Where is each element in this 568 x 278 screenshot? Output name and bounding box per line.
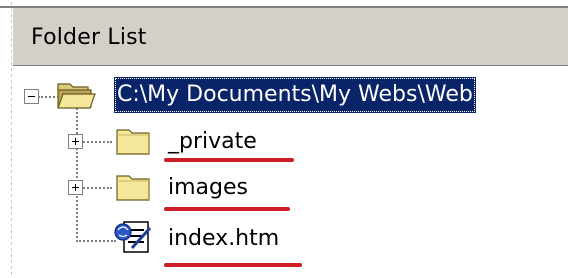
panel-left-edge xyxy=(0,0,12,278)
expand-images-button[interactable] xyxy=(68,180,83,195)
collapse-root-button[interactable] xyxy=(24,89,39,104)
folder-list-header: Folder List xyxy=(12,8,568,66)
expand-private-button[interactable] xyxy=(68,134,83,149)
open-folder-icon xyxy=(57,83,96,109)
folder-tree: C:\My Documents\My Webs\Web _private ima… xyxy=(12,66,568,278)
annotation-underline xyxy=(164,207,290,211)
tree-node-index-label[interactable]: index.htm xyxy=(168,222,279,256)
annotation-underline xyxy=(164,263,302,267)
folder-list-panel: Folder List C:\My Documents\My Webs\Web … xyxy=(0,0,568,278)
panel-top-border xyxy=(0,0,568,8)
html-page-icon xyxy=(114,221,152,253)
tree-connector xyxy=(76,240,116,242)
tree-connector xyxy=(76,96,78,242)
tree-root-label[interactable]: C:\My Documents\My Webs\Web xyxy=(114,77,476,113)
folder-icon xyxy=(116,129,150,155)
annotation-underline xyxy=(164,158,294,162)
tree-node-images-label[interactable]: images xyxy=(168,172,248,204)
folder-icon xyxy=(116,175,150,201)
tree-node-private-label[interactable]: _private xyxy=(168,126,257,158)
panel-title: Folder List xyxy=(31,25,147,50)
